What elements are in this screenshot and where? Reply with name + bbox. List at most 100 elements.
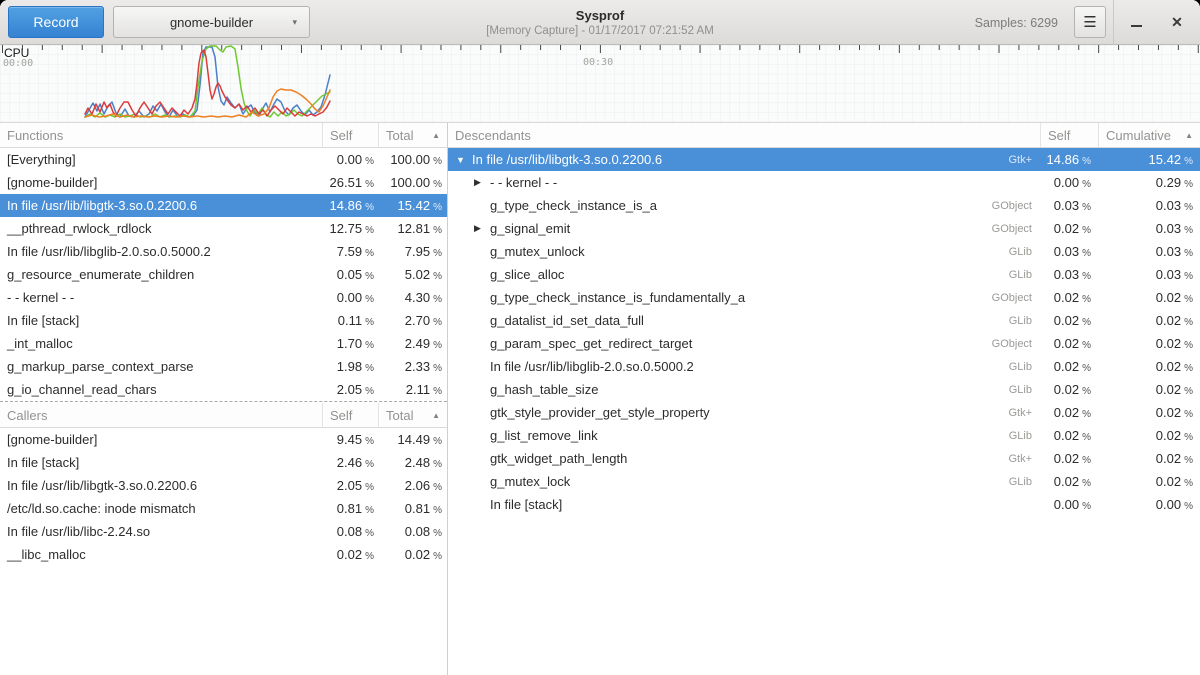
caller-row[interactable]: [gnome-builder]9.45%14.49% [0,428,447,451]
percent-sign: % [1082,271,1091,282]
descendant-row[interactable]: In file /usr/lib/libglib-2.0.so.0.5000.2… [448,355,1200,378]
percent-value: 15.42 [1149,152,1182,167]
self-percent: 1.98% [322,359,378,374]
symbol-name-cell: g_type_check_instance_is_fundamentally_a… [448,290,1040,305]
record-button[interactable]: Record [8,6,104,38]
percent-sign: % [433,459,442,470]
descendant-row[interactable]: ▶- - kernel - -0.00%0.29% [448,171,1200,194]
self-percent: 14.86% [322,198,378,213]
callers-self-column-header[interactable]: Self [322,403,378,427]
descendant-row[interactable]: In file [stack]0.00%0.00% [448,493,1200,516]
percent-sign: % [365,225,374,236]
percent-value: 0.02 [337,547,362,562]
descendants-cumulative-column-header[interactable]: Cumulative ▲ [1098,123,1200,147]
descendant-row[interactable]: gtk_style_provider_get_style_propertyGtk… [448,401,1200,424]
percent-value: 1.98 [337,359,362,374]
descendants-header: Descendants Self Cumulative ▲ [448,123,1200,148]
percent-sign: % [1184,432,1193,443]
descendant-row[interactable]: ▼In file /usr/lib/libgtk-3.so.0.2200.6Gt… [448,148,1200,171]
caller-row[interactable]: In file [stack]2.46%2.48% [0,451,447,474]
percent-sign: % [365,386,374,397]
descendant-row[interactable]: g_type_check_instance_is_fundamentally_a… [448,286,1200,309]
function-row[interactable]: - - kernel - -0.00%4.30% [0,286,447,309]
process-selector-value: gnome-builder [170,15,253,30]
percent-sign: % [433,317,442,328]
symbol-name: g_datalist_id_set_data_full [490,313,644,328]
descendant-row[interactable]: g_hash_table_sizeGLib0.02%0.02% [448,378,1200,401]
descendant-row[interactable]: g_slice_allocGLib0.03%0.03% [448,263,1200,286]
symbol-name-cell: g_list_remove_linkGLib [448,428,1040,443]
function-row[interactable]: g_io_channel_read_chars2.05%2.11% [0,378,447,401]
descendant-row[interactable]: g_list_remove_linkGLib0.02%0.02% [448,424,1200,447]
symbol-name: g_param_spec_get_redirect_target [490,336,692,351]
caller-row[interactable]: __libc_malloc0.02%0.02% [0,543,447,566]
function-row[interactable]: g_markup_parse_context_parse1.98%2.33% [0,355,447,378]
percent-value: 2.06 [405,478,430,493]
cumulative-percent: 0.02% [1098,474,1200,489]
self-percent: 0.02% [1040,451,1098,466]
caller-row[interactable]: /etc/ld.so.cache: inode mismatch0.81%0.8… [0,497,447,520]
caller-row[interactable]: In file /usr/lib/libgtk-3.so.0.2200.62.0… [0,474,447,497]
percent-sign: % [1184,202,1193,213]
caller-row[interactable]: In file /usr/lib/libc-2.24.so0.08%0.08% [0,520,447,543]
self-percent: 2.05% [322,382,378,397]
symbol-name-cell: g_mutex_unlockGLib [448,244,1040,259]
function-row[interactable]: _int_malloc1.70%2.49% [0,332,447,355]
symbol-name-cell: ▶- - kernel - - [448,175,1040,190]
chevron-down-icon: ▾ [292,17,297,28]
callers-total-column-header[interactable]: Total ▲ [378,403,447,427]
functions-column-header[interactable]: Functions [0,123,322,147]
percent-sign: % [365,179,374,190]
library-tag: Gtk+ [1002,407,1040,419]
function-row[interactable]: In file [stack]0.11%2.70% [0,309,447,332]
percent-sign: % [433,248,442,259]
function-row[interactable]: g_resource_enumerate_children0.05%5.02% [0,263,447,286]
process-selector[interactable]: gnome-builder ▾ [113,6,310,38]
descendant-row[interactable]: g_mutex_unlockGLib0.03%0.03% [448,240,1200,263]
function-row[interactable]: [gnome-builder]26.51%100.00% [0,171,447,194]
descendants-self-column-header[interactable]: Self [1040,123,1098,147]
descendant-row[interactable]: ▶g_signal_emitGObject0.02%0.03% [448,217,1200,240]
descendant-row[interactable]: g_param_spec_get_redirect_targetGObject0… [448,332,1200,355]
functions-self-column-header[interactable]: Self [322,123,378,147]
expander-closed-icon[interactable]: ▶ [474,223,490,234]
percent-sign: % [1184,294,1193,305]
descendant-row[interactable]: gtk_widget_path_lengthGtk+0.02%0.02% [448,447,1200,470]
percent-sign: % [1082,501,1091,512]
menu-button[interactable]: ☰ [1074,6,1106,38]
callers-column-header[interactable]: Callers [0,403,322,427]
descendants-column-header[interactable]: Descendants [448,123,1040,147]
function-row[interactable]: [Everything]0.00%100.00% [0,148,447,171]
total-percent: 2.33% [378,359,447,374]
self-percent: 2.46% [322,455,378,470]
percent-value: 0.02 [1156,451,1181,466]
function-row[interactable]: In file /usr/lib/libglib-2.0.so.0.5000.2… [0,240,447,263]
percent-value: 1.70 [337,336,362,351]
percent-sign: % [1082,409,1091,420]
self-percent: 0.02% [1040,428,1098,443]
cpu-graph[interactable]: CPU 00:00 00:30 [0,45,1200,122]
headerbar: Record gnome-builder ▾ Sysprof [Memory C… [0,0,1200,45]
close-button[interactable]: ✕ [1162,6,1192,38]
percent-sign: % [433,340,442,351]
expander-closed-icon[interactable]: ▶ [474,177,490,188]
function-row[interactable]: In file /usr/lib/libgtk-3.so.0.2200.614.… [0,194,447,217]
percent-value: 0.02 [1156,474,1181,489]
total-percent: 7.95% [378,244,447,259]
function-row[interactable]: __pthread_rwlock_rdlock12.75%12.81% [0,217,447,240]
descendant-row[interactable]: g_datalist_id_set_data_fullGLib0.02%0.02… [448,309,1200,332]
descendant-row[interactable]: g_type_check_instance_is_aGObject0.03%0.… [448,194,1200,217]
self-percent: 0.02% [1040,382,1098,397]
library-tag: GLib [1003,476,1040,488]
percent-value: 0.03 [1156,221,1181,236]
percent-value: 0.00 [1054,175,1079,190]
minimize-button[interactable] [1121,6,1151,38]
descendant-row[interactable]: g_mutex_lockGLib0.02%0.02% [448,470,1200,493]
self-percent: 0.00% [322,152,378,167]
percent-sign: % [433,551,442,562]
expander-open-icon[interactable]: ▼ [456,155,472,165]
functions-total-column-header[interactable]: Total ▲ [378,123,447,147]
total-percent: 2.49% [378,336,447,351]
symbol-name: In file /usr/lib/libc-2.24.so [0,524,322,539]
total-percent: 2.06% [378,478,447,493]
